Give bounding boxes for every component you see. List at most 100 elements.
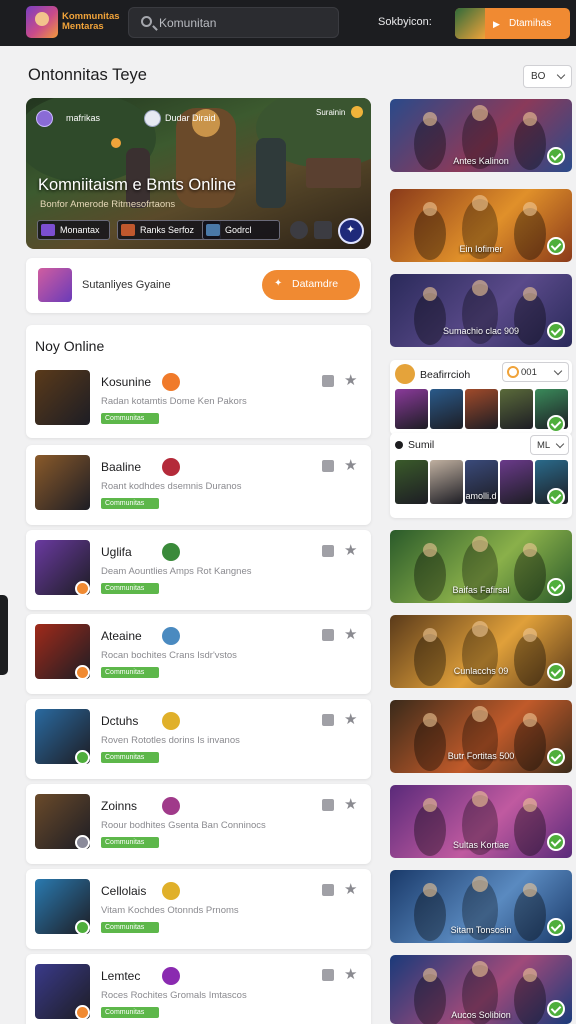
game-icon: [162, 373, 180, 391]
star-icon[interactable]: ★: [344, 795, 357, 813]
game-card[interactable]: Ein Iofimer: [390, 189, 572, 262]
grid-icon[interactable]: [314, 221, 332, 239]
chevron-down-icon: [555, 439, 565, 449]
item-badge: Communitas: [101, 752, 159, 763]
share-icon[interactable]: [338, 218, 364, 244]
banner-user-chip[interactable]: mafrikas: [36, 110, 116, 127]
game-card[interactable]: Sumachio clac 909: [390, 274, 572, 347]
search-box[interactable]: [128, 7, 339, 38]
item-name: Cellolais: [101, 884, 147, 898]
search-icon: [141, 16, 152, 27]
star-icon[interactable]: ★: [344, 710, 357, 728]
item-name: Lemtec: [101, 969, 141, 983]
panel-dropdown-value: 001: [521, 367, 537, 378]
subscription-card: Sutanliyes Gyaine ✦ Datamdre: [26, 258, 371, 313]
filter-dropdown[interactable]: BO: [523, 65, 572, 88]
list-item[interactable]: Cellolais Vitam Kochdes Otonnds Prnoms Com…: [26, 869, 371, 949]
star-icon[interactable]: ★: [344, 541, 357, 559]
item-description: Radan kotamtis Dome Ken Pakors: [101, 396, 247, 407]
list-item[interactable]: Dctuhs Roven Rototles dorins Is invanos Co…: [26, 699, 371, 779]
item-name: Kosunine: [101, 375, 152, 389]
header-cta-button[interactable]: ▶ Dtamihas: [455, 8, 570, 39]
game-card[interactable]: Sultas Kortiae: [390, 785, 572, 858]
thumbs-up-icon[interactable]: [322, 460, 334, 472]
check-icon: [547, 147, 565, 165]
section-title: Noy Online: [35, 338, 105, 354]
friend-tile[interactable]: [430, 389, 463, 429]
subscribe-button[interactable]: ✦ Datamdre: [262, 270, 360, 300]
avatar: [38, 268, 72, 302]
friend-tile[interactable]: [395, 389, 428, 429]
game-card[interactable]: Sitam Tonsosin: [390, 870, 572, 943]
item-badge: Communitas: [101, 498, 159, 509]
item-description: Deam Aountlies Amps Rot Kangnes: [101, 566, 252, 577]
star-icon[interactable]: ★: [344, 371, 357, 389]
thumbnail-icon: [206, 224, 220, 236]
item-badge: Communitas: [101, 583, 159, 594]
list-item[interactable]: Uglifa Deam Aountlies Amps Rot Kangnes Com…: [26, 530, 371, 610]
status-dot-icon: [395, 441, 403, 449]
game-card[interactable]: Aucos Solibion: [390, 955, 572, 1024]
panel-title: Beafirrcioh: [420, 369, 471, 381]
game-card-label: Aucos Solibion: [451, 1010, 511, 1020]
game-icon: [162, 882, 180, 900]
drawer-handle[interactable]: [0, 595, 8, 675]
item-description: Roour bodhites Gsenta Ban Conninocs: [101, 820, 266, 831]
check-icon: [547, 918, 565, 936]
reaction-icon[interactable]: [351, 106, 363, 118]
item-badge: Communitas: [101, 1007, 159, 1018]
list-item[interactable]: Zoinns Roour bodhites Gsenta Ban Conninoc…: [26, 784, 371, 864]
banner-subtitle: Bonfor Amerode Ritmesofrtaons: [40, 199, 176, 210]
game-card[interactable]: Butr Fortitas 500: [390, 700, 572, 773]
app-logo[interactable]: [26, 6, 58, 38]
banner-button-1[interactable]: Monantax: [37, 220, 110, 240]
thumbs-up-icon[interactable]: [322, 799, 334, 811]
game-card[interactable]: Baifas Fafirsal: [390, 530, 572, 603]
list-item[interactable]: Lemtec Roces Rochites Gromals Imtascos Com…: [26, 954, 371, 1024]
panel-dropdown[interactable]: ML: [530, 435, 569, 455]
game-card-label: Cunlacchs 09: [453, 666, 509, 676]
banner-button-3[interactable]: Godrcl: [202, 220, 280, 240]
item-description: Roven Rototles dorins Is invanos: [101, 735, 240, 746]
star-icon[interactable]: ★: [344, 880, 357, 898]
status-badge: [75, 835, 90, 850]
item-description: Roces Rochites Gromals Imtascos: [101, 990, 247, 1001]
thumbs-up-icon[interactable]: [322, 375, 334, 387]
search-input[interactable]: [159, 13, 329, 33]
friends-panel: Beafirrcioh 001: [390, 360, 572, 435]
banner-corner-label: Surainin: [316, 108, 346, 117]
featured-banner[interactable]: mafrikas Dudar Diraid Surainin Komniitai…: [26, 98, 371, 249]
thumbs-up-icon[interactable]: [322, 629, 334, 641]
friend-tile[interactable]: [465, 389, 498, 429]
play-icon: ▶: [493, 19, 500, 29]
panel-title: Sumil: [408, 439, 435, 451]
thumbs-up-icon[interactable]: [322, 545, 334, 557]
game-icon: [162, 967, 180, 985]
banner-button-label: Ranks Serfoz: [140, 225, 195, 235]
list-item[interactable]: Kosunine Radan kotamtis Dome Ken Pakors Co…: [26, 360, 371, 438]
game-card-label: Ein Iofimer: [459, 244, 503, 254]
check-icon: [547, 322, 565, 340]
thumbs-up-icon[interactable]: [322, 714, 334, 726]
game-card-label: Sitam Tonsosin: [450, 925, 512, 935]
game-card[interactable]: Antes Kalinon: [390, 99, 572, 172]
banner-server-chip[interactable]: Dudar Diraid: [144, 110, 234, 127]
thumbs-up-icon[interactable]: [322, 884, 334, 896]
panel-dropdown[interactable]: 001: [502, 362, 569, 382]
list-item[interactable]: Ateaine Rocan bochites Crans Isdr'vstos Co…: [26, 614, 371, 694]
item-badge: Communitas: [101, 413, 159, 424]
star-icon[interactable]: ★: [344, 456, 357, 474]
item-badge: Communitas: [101, 922, 159, 933]
filter-value: BO: [531, 71, 546, 82]
star-icon[interactable]: ★: [344, 965, 357, 983]
settings-icon[interactable]: [290, 221, 308, 239]
game-card[interactable]: Cunlacchs 09: [390, 615, 572, 688]
list-item[interactable]: Baaline Roant kodhdes dsemnis Duranos Comm…: [26, 445, 371, 525]
item-name: Zoinns: [101, 799, 138, 813]
banner-title: Komniitaism e Bmts Online: [38, 176, 237, 194]
thumbs-up-icon[interactable]: [322, 969, 334, 981]
spark-icon: ✦: [274, 278, 283, 289]
friend-tile[interactable]: [500, 389, 533, 429]
page-title: Ontonnitas Teye: [28, 66, 147, 84]
star-icon[interactable]: ★: [344, 625, 357, 643]
